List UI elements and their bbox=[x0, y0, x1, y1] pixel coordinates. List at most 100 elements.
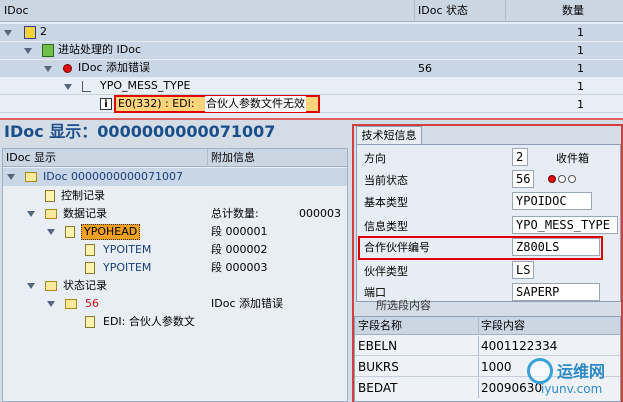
tree-row[interactable]: YPOHEAD 段 000001 bbox=[3, 223, 347, 241]
tree-row[interactable]: EDI: 合伙人参数文 bbox=[3, 313, 347, 331]
tree-row[interactable]: YPOITEM 段 000003 bbox=[3, 259, 347, 277]
tree-label: IDoc 0000000000071007 bbox=[43, 170, 183, 183]
direction-field[interactable]: 2 bbox=[512, 148, 528, 166]
table-cell: 4001122334 bbox=[481, 339, 558, 353]
inbox-icon bbox=[42, 44, 54, 57]
message-code: E0(332) : EDI: bbox=[118, 97, 195, 110]
page-title-label: IDoc 显示： bbox=[4, 122, 98, 141]
tree-row[interactable]: IDoc 添加错误 56 1 bbox=[0, 60, 623, 77]
document-icon bbox=[85, 316, 95, 328]
tree-label-selected: YPOHEAD bbox=[81, 224, 141, 240]
tree-label: 状态记录 bbox=[63, 279, 107, 292]
extra-info: 段 000003 bbox=[211, 261, 268, 274]
tree-label: EDI: 合伙人参数文 bbox=[103, 315, 195, 328]
tree-label: YPO_MESS_TYPE bbox=[100, 79, 191, 92]
count-cell: 1 bbox=[577, 62, 584, 75]
field-label-direction: 方向 bbox=[364, 152, 386, 165]
tree-row[interactable]: YPOITEM 段 000002 bbox=[3, 241, 347, 259]
field-label-partner-number: 合作伙伴编号 bbox=[364, 241, 430, 254]
column-header-field-content[interactable]: 字段内容 bbox=[481, 318, 525, 334]
table-row[interactable]: EBELN 4001122334 bbox=[355, 336, 620, 356]
table-cell: 1000 bbox=[481, 360, 512, 374]
tree-row[interactable]: 2 1 bbox=[0, 24, 623, 41]
top-tree-body: 2 1 进站处理的 IDoc 1 IDoc 添加错误 56 1 YPO_MESS… bbox=[0, 22, 623, 118]
partner-type-field[interactable]: LS bbox=[512, 261, 534, 279]
expand-arrow-icon[interactable] bbox=[4, 30, 12, 36]
watermark-logo-icon bbox=[527, 358, 553, 384]
tree-row[interactable]: YPO_MESS_TYPE 1 bbox=[0, 78, 623, 95]
expand-arrow-icon[interactable] bbox=[27, 283, 35, 289]
tree-row[interactable]: 56 IDoc 添加错误 bbox=[3, 295, 347, 313]
count-cell: 1 bbox=[577, 98, 584, 111]
tree-label: YPOITEM bbox=[103, 261, 152, 274]
basic-type-field[interactable]: YPOIDOC bbox=[512, 192, 592, 210]
folder-open-icon bbox=[25, 172, 37, 182]
folder-tree-icon bbox=[82, 81, 91, 92]
tree-row[interactable]: IDoc 0000000000071007 bbox=[3, 168, 347, 186]
watermark-url: iyunv.com bbox=[541, 382, 603, 396]
tree-label-status: 56 bbox=[85, 297, 99, 310]
column-header-idoc-display[interactable]: IDoc 显示 bbox=[6, 150, 56, 166]
page-title-number: 0000000000071007 bbox=[97, 122, 276, 141]
extra-info: 段 000001 bbox=[211, 225, 268, 238]
field-label-message-type: 信息类型 bbox=[364, 220, 408, 233]
traffic-light-icon bbox=[548, 175, 576, 184]
expand-arrow-icon[interactable] bbox=[44, 66, 52, 72]
column-header-count[interactable]: 数量 bbox=[510, 2, 584, 19]
tab-tech-info[interactable]: 技术短信息 bbox=[356, 126, 422, 144]
status-cell: 56 bbox=[418, 62, 432, 75]
field-label-status: 当前状态 bbox=[364, 174, 408, 187]
tree-row[interactable]: 进站处理的 IDoc 1 bbox=[0, 42, 623, 59]
error-light-icon bbox=[63, 64, 72, 73]
column-header-status[interactable]: IDoc 状态 bbox=[418, 2, 468, 19]
status-field[interactable]: 56 bbox=[512, 170, 534, 188]
field-label-basic-type: 基本类型 bbox=[364, 196, 408, 209]
expand-arrow-icon[interactable] bbox=[24, 48, 32, 54]
expand-arrow-icon[interactable] bbox=[7, 174, 15, 180]
watermark: 运维网 iyunv.com bbox=[527, 356, 621, 400]
extra-info: IDoc 添加错误 bbox=[211, 297, 283, 310]
selected-segment-label: 所选段内容 bbox=[376, 299, 431, 312]
count-cell: 1 bbox=[577, 44, 584, 57]
message-highlight: 合伙人参数文件无效 bbox=[205, 96, 306, 112]
document-icon bbox=[65, 226, 75, 238]
document-icon bbox=[45, 190, 55, 202]
count-cell: 1 bbox=[577, 80, 584, 93]
expand-arrow-icon[interactable] bbox=[64, 84, 72, 90]
tree-row[interactable]: 状态记录 bbox=[3, 277, 347, 295]
expand-arrow-icon[interactable] bbox=[27, 211, 35, 217]
tree-label: YPOITEM bbox=[103, 243, 152, 256]
document-icon bbox=[85, 244, 95, 256]
extra-info: 段 000002 bbox=[211, 243, 268, 256]
port-field[interactable]: SAPERP bbox=[512, 283, 600, 301]
expand-arrow-icon[interactable] bbox=[47, 301, 55, 307]
tree-label: 进站处理的 IDoc bbox=[58, 43, 141, 56]
extra-value: 000003 bbox=[299, 207, 341, 220]
message-type-field[interactable]: YPO_MESS_TYPE bbox=[512, 216, 618, 234]
extra-label: 总计数量: bbox=[211, 207, 259, 220]
field-label-partner-type: 伙伴类型 bbox=[364, 265, 408, 278]
idoc-tree-panel: IDoc 显示 附加信息 IDoc 0000000000071007 控制记录 … bbox=[2, 148, 348, 402]
partner-number-field[interactable]: Z800LS bbox=[512, 238, 600, 256]
count-cell: 1 bbox=[577, 26, 584, 39]
tab-tech-info-label: 技术短信息 bbox=[361, 129, 417, 142]
tree-label: 数据记录 bbox=[63, 207, 107, 220]
tree-row[interactable]: 控制记录 bbox=[3, 187, 347, 205]
column-header-idoc[interactable]: IDoc bbox=[4, 2, 29, 19]
table-cell: BUKRS bbox=[358, 360, 399, 374]
idoc-tree-header: IDoc 显示 附加信息 bbox=[3, 149, 347, 167]
tree-row[interactable]: 数据记录 总计数量: 000003 bbox=[3, 205, 347, 223]
document-icon bbox=[85, 262, 95, 274]
folder-open-icon bbox=[45, 281, 57, 291]
folder-open-icon bbox=[45, 209, 57, 219]
table-cell: EBELN bbox=[358, 339, 398, 353]
column-header-extra-info[interactable]: 附加信息 bbox=[211, 150, 255, 166]
page-title: IDoc 显示：0000000000071007 bbox=[4, 121, 275, 143]
info-icon: i bbox=[100, 98, 112, 110]
top-tree-header: IDoc IDoc 状态 数量 bbox=[0, 0, 623, 22]
tree-label: IDoc 添加错误 bbox=[78, 61, 150, 74]
column-header-field-name[interactable]: 字段名称 bbox=[358, 318, 402, 334]
expand-arrow-icon[interactable] bbox=[47, 229, 55, 235]
table-cell: BEDAT bbox=[358, 381, 398, 395]
tree-row[interactable]: i E0(332) : EDI: 合伙人参数文件无效 1 bbox=[0, 95, 623, 113]
